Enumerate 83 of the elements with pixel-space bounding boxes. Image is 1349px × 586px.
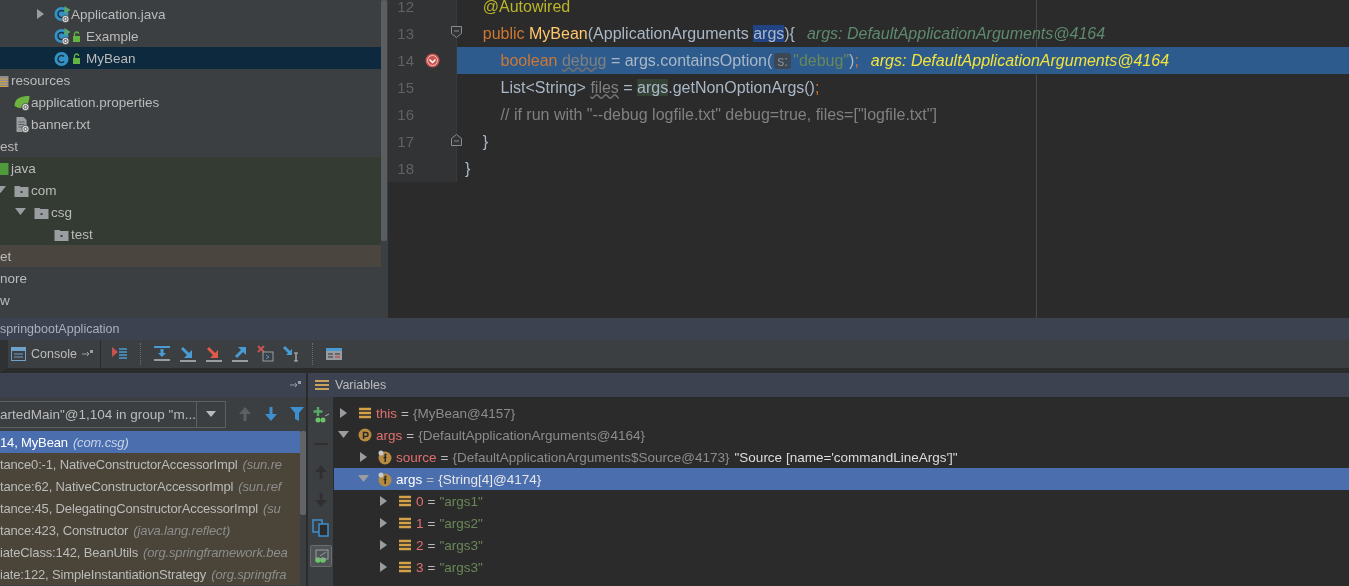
collapsed-arrow-icon[interactable] (378, 538, 389, 552)
thread-dropdown[interactable]: artedMain"@1,104 in group "m... (0, 400, 226, 428)
stack-frame[interactable]: tance:62, NativeConstructorAccessorImpl (sun.ref (0, 475, 300, 497)
variable-item[interactable]: args = {String[4]@4174} (334, 468, 1349, 490)
variable-item[interactable]: 0 = "args1" (334, 490, 1349, 512)
field-list-icon (398, 493, 413, 509)
force-step-into-icon[interactable] (204, 345, 223, 363)
spring-class-icon (53, 27, 71, 45)
field-icon (378, 471, 393, 487)
tree-item[interactable]: com (0, 179, 381, 201)
class-icon (53, 49, 71, 67)
tree-item[interactable]: nore (0, 267, 381, 289)
tree-item[interactable]: Example (0, 25, 381, 47)
stack-frame[interactable]: tance:423, Constructor (java.lang.reflect) (0, 519, 300, 541)
stack-frame[interactable]: iateClass:142, BeanUtils (org.springframework.bea (0, 541, 300, 563)
console-icon (11, 347, 26, 361)
tree-item[interactable]: test (0, 223, 381, 245)
variable-item[interactable]: 2 = "args3" (334, 534, 1349, 556)
scrollbar[interactable] (381, 0, 387, 241)
panel-icon (315, 379, 329, 391)
tree-item[interactable]: Application.java (0, 3, 381, 25)
parameter-icon (358, 427, 373, 443)
variable-item[interactable]: source = {DefaultApplicationArguments$Source@4173} "Source [name='commandLineArgs']" (334, 446, 1349, 468)
code-line: boolean debug = args.containsOption( s: "debug"); (499, 51, 859, 70)
step-over-icon[interactable] (152, 345, 171, 363)
pin-icon[interactable] (290, 380, 302, 390)
inline-value-hint: args: DefaultApplicationArguments@4164 (806, 24, 1106, 43)
field-list-icon (398, 559, 413, 575)
tree-item[interactable]: java (0, 157, 381, 179)
collapsed-arrow-icon[interactable] (358, 450, 369, 464)
fold-marker-icon[interactable] (451, 134, 462, 146)
tree-item[interactable]: banner.txt (0, 113, 381, 135)
lock-icon (72, 52, 81, 64)
collapsed-arrow-icon[interactable] (338, 406, 349, 420)
tab[interactable]: Console (8, 340, 101, 368)
lock-icon (72, 30, 81, 42)
run-configuration-title: springbootApplication (0, 322, 120, 336)
code-line: } (465, 159, 471, 178)
copy-icon[interactable] (309, 517, 332, 539)
evaluate-expression-icon[interactable] (324, 345, 343, 363)
code-line: List<String> files = args.getNonOptionArgs(); (499, 78, 820, 97)
spring-class-icon (53, 5, 71, 23)
pin-icon[interactable] (81, 349, 94, 359)
scrollbar[interactable] (300, 431, 306, 515)
breakpoint-icon[interactable] (424, 53, 440, 68)
stack-frame[interactable]: iate:122, SimpleInstantiationStrategy (org.springfra (0, 563, 300, 585)
caret-icon (205, 411, 216, 417)
stack-frame[interactable]: tance:45, DelegatingConstructorAccessorImpl (su (0, 497, 300, 519)
code-line: // if run with "--debug logfile.txt" debug=true, files=["logfile.txt"] (499, 105, 937, 124)
stack-frame[interactable]: 14, MyBean (com.csg) (0, 431, 300, 453)
step-into-icon[interactable] (178, 345, 197, 363)
run-to-cursor-icon[interactable] (282, 345, 301, 363)
filter-icon[interactable] (290, 407, 304, 421)
tree-item[interactable]: resources (0, 69, 381, 91)
tree-item[interactable]: MyBean (0, 47, 381, 69)
panel-title: Variables (335, 378, 387, 392)
down-arrow-icon[interactable] (264, 407, 278, 421)
leaf-file-icon (13, 93, 31, 111)
fold-marker-icon[interactable] (451, 26, 462, 38)
field-list-icon (358, 405, 373, 421)
inline-value-hint: args: DefaultApplicationArguments@4164 (870, 51, 1170, 70)
collapsed-arrow-icon[interactable] (35, 7, 46, 21)
field-icon (378, 449, 393, 465)
drop-frame-icon[interactable] (256, 345, 275, 363)
variable-item[interactable]: this = {MyBean@4157} (334, 402, 1349, 424)
tree-item[interactable]: application.properties (0, 91, 381, 113)
stack-frame[interactable]: tance0:-1, NativeConstructorAccessorImpl (sun.re (0, 453, 300, 475)
field-list-icon (398, 515, 413, 531)
collapsed-arrow-icon[interactable] (378, 560, 389, 574)
tree-item[interactable]: et (0, 245, 381, 267)
variable-item[interactable]: args = {DefaultApplicationArguments@4164} (334, 424, 1349, 446)
collapsed-arrow-icon[interactable] (378, 494, 389, 508)
variable-item[interactable]: 1 = "args2" (334, 512, 1349, 534)
tree-item[interactable]: est (0, 135, 381, 157)
tree-item[interactable]: csg (0, 201, 381, 223)
field-list-icon (398, 537, 413, 553)
step-out-icon[interactable] (230, 345, 249, 363)
tree-item[interactable]: w (0, 289, 381, 311)
code-line: } (481, 132, 489, 151)
variable-item[interactable]: 3 = "args3" (334, 556, 1349, 578)
code-line: @Autowired (481, 0, 571, 16)
collapsed-arrow-icon[interactable] (378, 516, 389, 530)
watches-toggle-icon[interactable] (309, 545, 332, 567)
